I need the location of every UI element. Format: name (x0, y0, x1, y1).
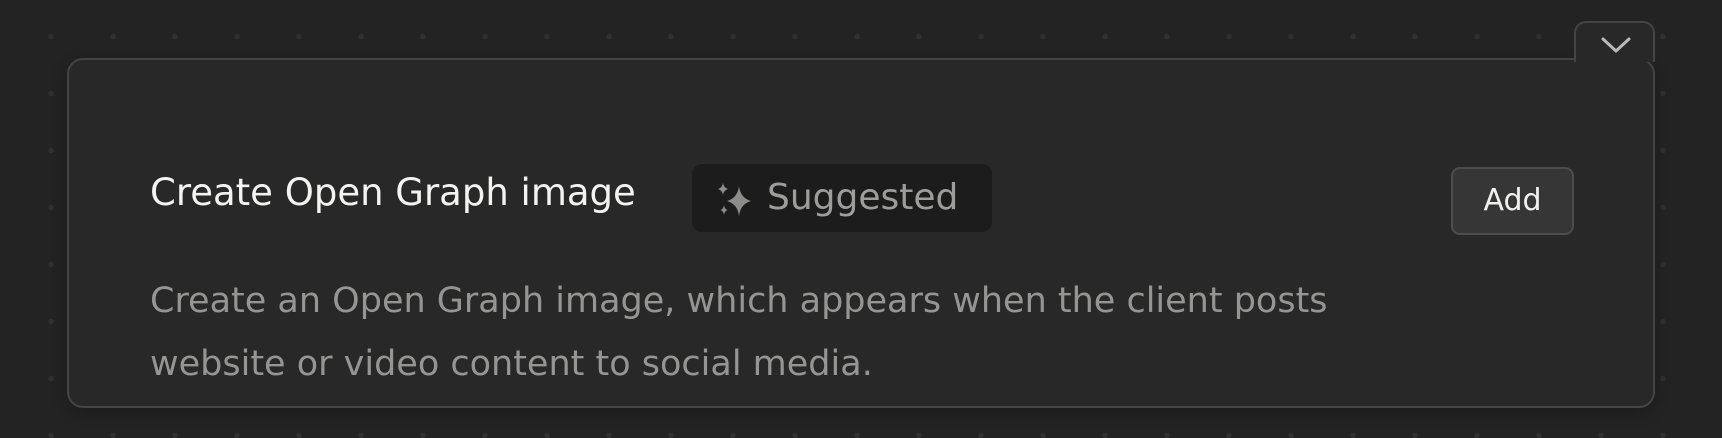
add-button[interactable]: Add (1451, 167, 1574, 235)
description-line-2: website or video content to social media… (150, 344, 873, 384)
suggested-badge: Suggested (692, 164, 992, 232)
task-card: Create Open Graph image Suggested Add Cr… (67, 58, 1655, 408)
badge-label: Suggested (767, 177, 959, 218)
card-description: Create an Open Graph image, which appear… (150, 270, 1328, 396)
card-title: Create Open Graph image (150, 171, 636, 214)
description-line-1: Create an Open Graph image, which appear… (150, 281, 1328, 321)
chevron-down-icon (1601, 37, 1631, 53)
sparkles-icon (718, 183, 751, 216)
collapse-toggle[interactable] (1574, 21, 1655, 62)
task-card-container: Create Open Graph image Suggested Add Cr… (67, 21, 1655, 408)
